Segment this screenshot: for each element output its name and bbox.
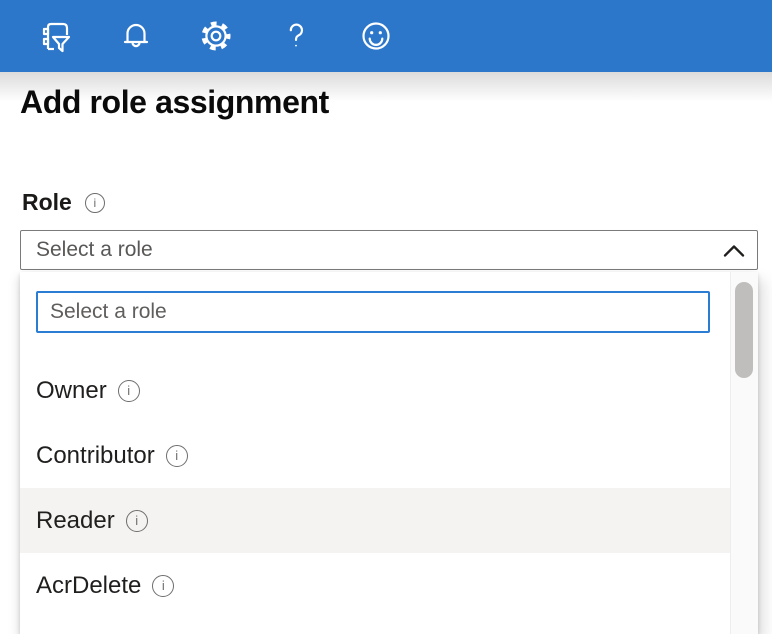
notifications-bell-icon <box>117 17 155 55</box>
info-icon[interactable]: i <box>152 575 174 597</box>
role-options-list: Owner i Contributor i Reader i AcrDelete… <box>20 358 730 618</box>
role-option-label: Reader <box>36 507 115 535</box>
role-option[interactable]: Contributor i <box>20 423 730 488</box>
role-option-label: Owner <box>36 377 107 405</box>
notifications-button[interactable] <box>114 14 158 58</box>
scrollbar-track[interactable] <box>730 272 758 634</box>
role-option[interactable]: Reader i <box>20 488 730 553</box>
role-field-label-row: Role i <box>22 189 105 216</box>
role-info-icon[interactable]: i <box>85 193 105 213</box>
help-button[interactable] <box>274 14 318 58</box>
add-role-assignment-screen: Add role assignment Role i Select a role… <box>0 0 772 634</box>
role-label: Role <box>22 189 72 216</box>
settings-button[interactable] <box>194 14 238 58</box>
role-option-label: AcrDelete <box>36 572 141 600</box>
help-question-icon <box>277 17 315 55</box>
settings-gear-icon <box>197 17 235 55</box>
page-title: Add role assignment <box>20 84 329 121</box>
role-search-input[interactable] <box>36 291 710 333</box>
role-select[interactable]: Select a role <box>20 230 758 270</box>
feedback-button[interactable] <box>354 14 398 58</box>
directory-filter-button[interactable] <box>34 14 78 58</box>
info-icon[interactable]: i <box>118 380 140 402</box>
role-option[interactable]: Owner i <box>20 358 730 423</box>
feedback-smiley-icon <box>357 17 395 55</box>
chevron-up-icon[interactable] <box>723 243 745 264</box>
top-bar <box>0 0 772 72</box>
role-option[interactable]: AcrDelete i <box>20 553 730 618</box>
role-select-value: Select a role <box>36 238 153 262</box>
info-icon[interactable]: i <box>126 510 148 532</box>
role-option-label: Contributor <box>36 442 155 470</box>
directory-filter-icon <box>37 17 75 55</box>
info-icon[interactable]: i <box>166 445 188 467</box>
scrollbar-thumb[interactable] <box>735 282 753 378</box>
role-dropdown-panel: Owner i Contributor i Reader i AcrDelete… <box>20 272 758 634</box>
